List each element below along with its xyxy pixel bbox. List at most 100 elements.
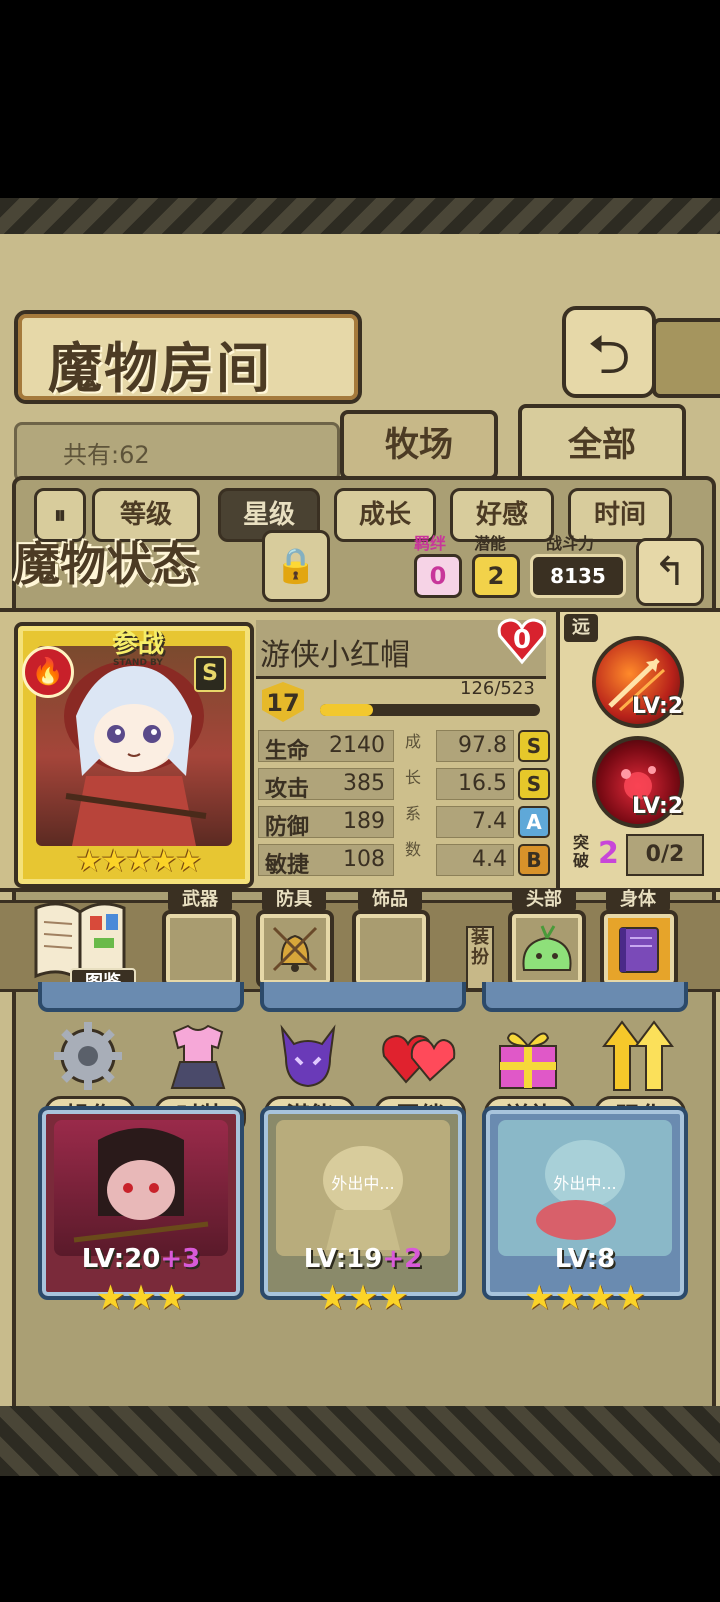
monster-stars: ★★★★ bbox=[524, 1278, 646, 1318]
growth-coefficient-char: 系 bbox=[404, 804, 421, 823]
growth-grade: S bbox=[518, 768, 550, 800]
body-slot[interactable] bbox=[600, 910, 678, 988]
growth-value: 97.8 bbox=[458, 733, 507, 758]
monster-stars: ★★★ bbox=[317, 1278, 409, 1318]
head-slot-label: 头部 bbox=[512, 888, 576, 912]
lock-button[interactable]: 🔒 bbox=[262, 530, 330, 602]
level-text: LV:19 bbox=[303, 1244, 383, 1274]
growth-coefficient-char: 成 bbox=[404, 732, 421, 751]
away-status: 外出中... bbox=[553, 1174, 617, 1193]
armor-slot-label: 防具 bbox=[262, 888, 326, 912]
breakthrough-value: 2 bbox=[598, 836, 619, 871]
head-slot[interactable] bbox=[508, 910, 586, 988]
list-item-peek bbox=[260, 982, 466, 1012]
stat-label: 敏捷 bbox=[265, 853, 310, 878]
total-count: 共有:62 bbox=[63, 441, 150, 469]
power-label: 战斗力 bbox=[546, 534, 595, 553]
rank-badge: S bbox=[194, 656, 226, 692]
skill-level: LV:2 bbox=[632, 694, 684, 719]
close-status-button[interactable]: ↰ bbox=[636, 538, 704, 606]
accessory-slot-label: 饰品 bbox=[358, 888, 422, 912]
armor-slot[interactable] bbox=[256, 910, 334, 988]
potential-label: 潜能 bbox=[474, 534, 507, 553]
bell-icon bbox=[272, 926, 318, 972]
growth-coefficient-label: 成长系数 bbox=[402, 724, 424, 868]
monster-thumb: 外出中... bbox=[276, 1120, 450, 1256]
power-value: 8135 bbox=[530, 554, 626, 598]
affection-badge[interactable]: 0 bbox=[496, 616, 548, 666]
level-text: LV:20 bbox=[81, 1244, 161, 1274]
stat-label: 生命 bbox=[265, 739, 310, 764]
monster-level: LV:8 bbox=[486, 1244, 684, 1274]
status-panel: 🔥 S 参战 STAND BY ★★★★★ 游侠小红帽 0 17 126/523… bbox=[0, 608, 720, 892]
standby-en-label: STAND BY bbox=[113, 658, 163, 668]
weapon-slot[interactable] bbox=[162, 910, 240, 988]
list-item-peek bbox=[482, 982, 688, 1012]
range-tag: 远 bbox=[564, 614, 598, 642]
tab-ranch[interactable]: 牧场 bbox=[340, 410, 498, 480]
stat-label: 攻击 bbox=[265, 777, 310, 802]
stat-value: 2140 bbox=[329, 733, 385, 758]
back-icon: ⮌ bbox=[587, 323, 631, 386]
monster-name: 游侠小红帽 bbox=[260, 638, 410, 673]
away-status: 外出中... bbox=[331, 1174, 395, 1193]
level-plus: +3 bbox=[160, 1244, 201, 1274]
monster-list-card[interactable]: LV:20+3 ★★★ bbox=[38, 1106, 244, 1318]
bond-value: 0 bbox=[414, 554, 462, 598]
count-bar: 共有:62 bbox=[14, 422, 340, 482]
monster-thumb: 外出中... bbox=[498, 1120, 672, 1256]
clothes-icon bbox=[170, 1024, 226, 1089]
breakthrough-progress: 0/2 bbox=[626, 834, 704, 876]
monster-thumb bbox=[54, 1120, 228, 1256]
growth-coefficient-char: 数 bbox=[404, 840, 421, 859]
game-screen: 魔物房间 ⮌ 共有:62 牧场 全部 ⏸ 等级 星级 成长 好感 时间 魔物状态… bbox=[0, 198, 720, 1476]
hearts-icon bbox=[382, 1034, 456, 1084]
stat-row-hp: 生命 2140 97.8 S bbox=[258, 730, 550, 764]
page-title: 魔物房间 bbox=[48, 336, 272, 400]
weapon-slot-label: 武器 bbox=[168, 888, 232, 912]
lock-icon: 🔒 bbox=[274, 546, 318, 586]
growth-coefficient-char: 长 bbox=[404, 768, 421, 787]
monster-list-card[interactable]: 外出中... LV:19+2 ★★★ bbox=[260, 1106, 466, 1318]
potential-value: 2 bbox=[472, 554, 520, 598]
status-title: 魔物状态 bbox=[14, 537, 198, 591]
monster-stars: ★★★★★ bbox=[75, 844, 202, 879]
bottom-border bbox=[0, 1406, 720, 1476]
accessory-slot[interactable] bbox=[352, 910, 430, 988]
stat-value: 108 bbox=[343, 847, 385, 872]
monster-stars: ★★★ bbox=[95, 1278, 187, 1318]
skills-panel: 远 LV:2 LV:2 突破 2 0/2 bbox=[556, 612, 720, 888]
page-title-box: 魔物房间 bbox=[14, 310, 362, 404]
monster-level: LV:20+3 bbox=[42, 1244, 240, 1274]
exp-fill bbox=[320, 704, 373, 716]
tab-all[interactable]: 全部 bbox=[518, 404, 686, 486]
growth-value: 4.4 bbox=[472, 847, 507, 872]
growth-value: 7.4 bbox=[472, 809, 507, 834]
exp-bar bbox=[320, 704, 540, 716]
stat-row-attack: 攻击 385 16.5 S bbox=[258, 768, 550, 802]
list-item-peek bbox=[38, 982, 244, 1012]
back-button[interactable]: ⮌ bbox=[562, 306, 656, 398]
stat-row-agility: 敏捷 108 4.4 B bbox=[258, 844, 550, 878]
monster-thumb-art bbox=[73, 1128, 209, 1243]
breakthrough-label: 突破 bbox=[572, 833, 589, 870]
level-badge: 17 bbox=[262, 682, 304, 722]
stat-label: 防御 bbox=[265, 815, 310, 840]
monster-list-card[interactable]: 外出中... LV:8 ★★★★ bbox=[482, 1106, 688, 1318]
body-slot-label: 身体 bbox=[606, 888, 670, 912]
demon-icon bbox=[280, 1024, 336, 1088]
standby-label: 参战 bbox=[111, 629, 164, 659]
side-tab[interactable] bbox=[652, 318, 720, 398]
fire-element-icon: 🔥 bbox=[22, 646, 74, 698]
gift-icon bbox=[499, 1032, 557, 1089]
affection-value: 0 bbox=[512, 625, 532, 655]
monster-card[interactable]: 🔥 S 参战 STAND BY ★★★★★ bbox=[14, 622, 254, 888]
status-header: 魔物状态 🔒 羁绊 0 潜能 2 战斗力 8135 ↰ bbox=[0, 526, 720, 606]
level-text: LV:8 bbox=[554, 1244, 616, 1274]
breakthrough[interactable]: 突破 2 0/2 bbox=[566, 832, 716, 876]
growth-value: 16.5 bbox=[458, 771, 507, 796]
growth-grade: A bbox=[518, 806, 550, 838]
exp-text: 126/523 bbox=[460, 678, 535, 699]
growth-grade: S bbox=[518, 730, 550, 762]
stat-row-defense: 防御 189 7.4 A bbox=[258, 806, 550, 840]
